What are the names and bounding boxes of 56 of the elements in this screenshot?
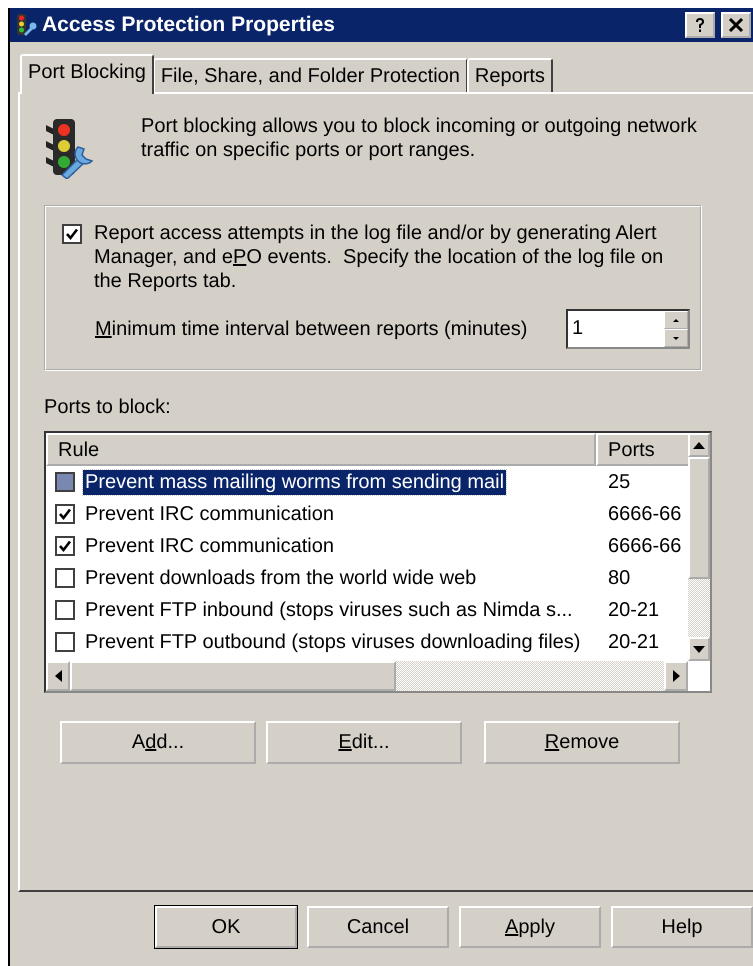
table-cell-text: 6666-66 [607,534,682,558]
help-icon [694,17,706,33]
checkbox[interactable] [55,504,75,524]
checkbox[interactable] [55,568,75,588]
table-cell-text: 20-21 [607,598,660,622]
table-cell-text: 20-21 [607,630,660,654]
rule-name[interactable]: Prevent IRC communication [83,502,336,526]
spin-down-button[interactable] [664,329,688,347]
spin-up-button[interactable] [664,311,688,329]
horizontal-scrollbar[interactable] [46,661,688,691]
table-cell-text: 25 [607,470,632,494]
checkbox[interactable] [55,536,75,556]
check-icon [58,539,72,553]
window-title: Access Protection Properties [42,13,336,37]
left-arrow-icon [54,670,62,682]
check-icon [65,227,79,241]
list-button[interactable]: Remove [484,721,680,764]
rule-name[interactable]: Prevent downloads from the world wide web [83,566,478,590]
dialog-button[interactable]: OK [155,906,297,948]
up-arrow-icon [672,318,680,322]
rule-name[interactable]: Prevent IRC communication [83,534,336,558]
help-button[interactable] [685,12,715,38]
tab[interactable]: File, Share, and Folder Protection [152,58,468,92]
check-icon [58,507,72,521]
traffic-light-icon [14,13,38,37]
checkbox[interactable] [62,224,82,244]
dialog-button[interactable]: Apply [459,906,601,948]
checkbox-label: Report access attempts in the log file and/or by generating Alert Manager, and ePO events. Specify the location of the log file on the Reports tab. [94,221,664,293]
up-arrow-icon [693,442,705,448]
dialog-button[interactable]: Help [611,906,753,948]
close-icon [729,18,743,32]
close-button[interactable] [721,12,751,38]
column-header[interactable]: Rule [46,433,596,466]
checkbox[interactable] [55,472,75,492]
down-arrow-icon [672,336,680,340]
rule-name[interactable]: Prevent FTP outbound (stops viruses downloading files) [83,630,582,654]
checkbox[interactable] [55,600,75,620]
interval-label: Minimum time interval between reports (minutes) [95,318,528,340]
section-label: Ports to block: [44,396,172,419]
traffic-light-icon [44,117,94,179]
right-arrow-icon [672,670,680,682]
rule-name[interactable]: Prevent FTP inbound (stops viruses such as Nimda s... [83,598,575,622]
table-cell-text: 80 [607,566,632,590]
dialog-button[interactable]: Cancel [307,906,449,948]
list-button[interactable]: Add... [60,721,256,764]
tab[interactable]: Port Blocking [20,54,154,94]
down-arrow-icon [693,646,705,652]
vertical-scrollbar[interactable] [688,433,710,661]
table-cell-text: 6666-66 [607,502,682,526]
rule-name[interactable]: Prevent mass mailing worms from sending mail [83,470,506,494]
description-text: Port blocking allows you to block incoming or outgoing network traffic on specific ports or port ranges. [141,114,698,162]
column-header[interactable]: Ports [596,433,688,466]
list-button[interactable]: Edit... [266,721,462,764]
checkbox[interactable] [55,632,75,652]
spinner-field[interactable]: 1 [566,309,690,349]
tab[interactable]: Reports [466,58,553,92]
